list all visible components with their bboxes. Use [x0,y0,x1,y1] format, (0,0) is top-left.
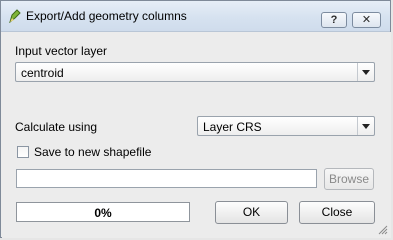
dialog-body: Input vector layer centroid Calculate us… [2,32,391,238]
shapefile-path-input[interactable] [16,169,317,188]
input-layer-label: Input vector layer [15,44,108,58]
save-shapefile-label[interactable]: Save to new shapefile [34,145,151,159]
chevron-down-icon[interactable] [357,63,374,81]
calculate-using-value: Layer CRS [203,120,262,134]
calculate-using-select[interactable]: Layer CRS [197,116,375,136]
title-bar[interactable]: Export/Add geometry columns ? ✕ [1,1,390,32]
window-close-button[interactable]: ✕ [352,12,381,28]
dialog-window: Export/Add geometry columns ? ✕ Input ve… [0,0,391,238]
close-button[interactable]: Close [299,201,375,224]
browse-button[interactable]: Browse [324,168,374,190]
help-button[interactable]: ? [321,12,347,28]
window-title: Export/Add geometry columns [26,9,187,23]
input-layer-value: centroid [21,66,64,80]
qgis-pencil-icon [9,9,21,23]
resize-grip-icon[interactable] [378,225,388,235]
progress-text: 0% [94,206,112,220]
input-layer-select[interactable]: centroid [15,62,375,82]
calculate-using-label: Calculate using [15,120,98,134]
ok-button[interactable]: OK [215,201,288,224]
progress-bar: 0% [16,202,190,222]
chevron-down-icon[interactable] [357,117,374,135]
save-shapefile-checkbox[interactable] [17,146,29,158]
